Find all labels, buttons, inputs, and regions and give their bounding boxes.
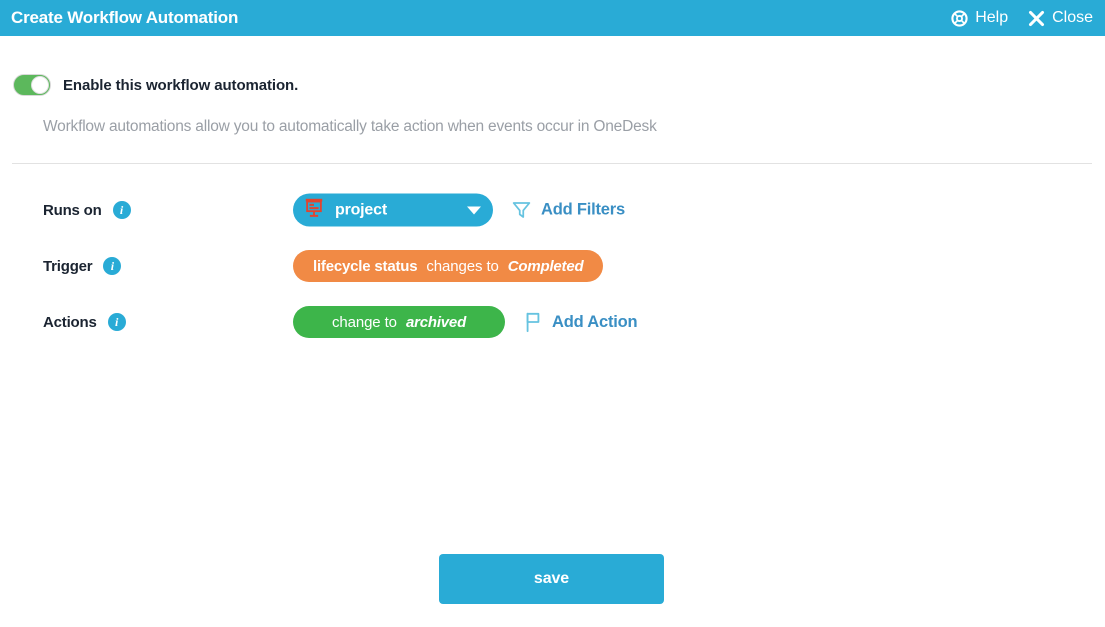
trigger-label-group: Trigger i <box>43 257 122 275</box>
flag-icon <box>523 311 543 333</box>
runs-on-selected-value: project <box>335 201 387 218</box>
section-divider <box>12 163 1092 164</box>
runs-on-dropdown[interactable]: project <box>293 193 493 227</box>
trigger-content: lifecycle status changes to Completed <box>293 250 604 282</box>
close-x-icon <box>1028 10 1045 27</box>
runs-on-label-group: Runs on i <box>43 201 131 219</box>
actions-content: change to archived Add Action <box>293 306 638 338</box>
close-button[interactable]: Close <box>1028 9 1093 27</box>
trigger-row: Trigger i lifecycle status changes to Co… <box>0 238 1105 294</box>
runs-on-dropdown-value-group: project <box>303 197 387 224</box>
project-board-icon <box>303 197 325 224</box>
add-filters-label: Add Filters <box>541 200 625 219</box>
lifebuoy-icon <box>951 9 968 27</box>
info-icon[interactable]: i <box>112 201 131 219</box>
info-icon[interactable]: i <box>103 257 122 275</box>
chevron-down-icon <box>467 206 481 214</box>
add-filters-button[interactable]: Add Filters <box>511 200 625 221</box>
runs-on-row: Runs on i project Add Filters <box>0 182 1105 238</box>
trigger-value: Completed <box>507 257 584 275</box>
action-value: archived <box>405 313 467 331</box>
action-operator: change to <box>331 313 397 331</box>
trigger-label: Trigger <box>43 257 93 275</box>
add-action-button[interactable]: Add Action <box>523 311 638 333</box>
help-button[interactable]: Help <box>951 9 1008 27</box>
window-titlebar: Create Workflow Automation Help Close <box>0 0 1105 36</box>
add-action-label: Add Action <box>552 312 638 331</box>
runs-on-content: project Add Filters <box>293 193 625 227</box>
enable-automation-toggle[interactable] <box>13 74 51 96</box>
description-text: Workflow automations allow you to automa… <box>43 118 657 135</box>
actions-label: Actions <box>43 313 97 331</box>
enable-automation-label: Enable this workflow automation. <box>63 76 299 94</box>
trigger-field: lifecycle status <box>313 257 418 275</box>
close-label: Close <box>1052 9 1093 26</box>
automation-form: Runs on i project Add Filters Trigger i … <box>0 182 1105 350</box>
trigger-operator: changes to <box>426 257 499 275</box>
enable-automation-row: Enable this workflow automation. <box>13 74 298 96</box>
action-pill[interactable]: change to archived <box>293 306 505 338</box>
titlebar-actions: Help Close <box>951 9 1093 27</box>
help-label: Help <box>975 9 1009 26</box>
actions-label-group: Actions i <box>43 313 126 331</box>
filter-funnel-icon <box>511 200 532 221</box>
runs-on-label: Runs on <box>43 201 102 219</box>
info-icon[interactable]: i <box>107 313 126 331</box>
save-button[interactable]: save <box>439 554 664 604</box>
trigger-condition-pill[interactable]: lifecycle status changes to Completed <box>293 250 604 282</box>
window-title: Create Workflow Automation <box>11 8 239 27</box>
toggle-knob <box>31 76 49 94</box>
actions-row: Actions i change to archived Add Action <box>0 294 1105 350</box>
